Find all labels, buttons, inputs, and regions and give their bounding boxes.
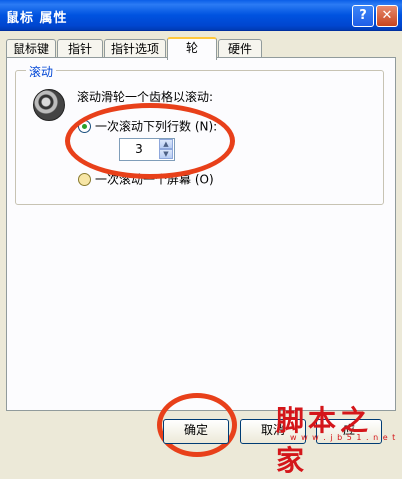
radio-selected-indicator[interactable] — [78, 120, 91, 133]
tab-wheel[interactable]: 轮 — [167, 37, 217, 60]
radio-scroll-screen[interactable]: 一次滚动一个屏幕 (O) — [78, 171, 214, 187]
radio-scroll-lines-label: 一次滚动下列行数 (N): — [95, 119, 218, 134]
scroll-description: 滚动滑轮一个齿格以滚动: — [77, 90, 214, 104]
window-title: 鼠标 属性 — [6, 11, 68, 26]
lines-value[interactable]: 3 — [120, 139, 158, 160]
radio-scroll-screen-label: 一次滚动一个屏幕 (O) — [95, 172, 214, 187]
spinner-down-icon[interactable]: ▼ — [159, 149, 173, 159]
spinner-up-icon[interactable]: ▲ — [159, 139, 173, 149]
title-bar[interactable]: 鼠标 属性 ? ✕ — [0, 0, 402, 31]
tab-pointers[interactable]: 指针 — [57, 39, 103, 58]
radio-scroll-lines[interactable]: 一次滚动下列行数 (N): — [78, 118, 217, 134]
mouse-wheel-icon — [33, 89, 65, 121]
help-button[interactable]: ? — [352, 5, 374, 27]
tab-pointer-options[interactable]: 指针选项 — [104, 39, 166, 58]
watermark-url: w w w . j b 5 1 . n e t — [290, 433, 397, 442]
ok-button[interactable]: 确定 — [163, 419, 229, 444]
lines-spinner[interactable]: 3 ▲ ▼ — [119, 138, 175, 161]
close-button[interactable]: ✕ — [376, 5, 398, 27]
radio-unselected-indicator[interactable] — [78, 173, 91, 186]
scroll-group-label: 滚动 — [26, 63, 57, 80]
tab-hardware[interactable]: 硬件 — [218, 39, 262, 58]
tab-buttons[interactable]: 鼠标键 — [6, 39, 56, 58]
mouse-properties-dialog: 鼠标 属性 ? ✕ 鼠标键 指针 指针选项 轮 硬件 滚动 滚动滑轮一个齿格以滚… — [0, 0, 402, 477]
